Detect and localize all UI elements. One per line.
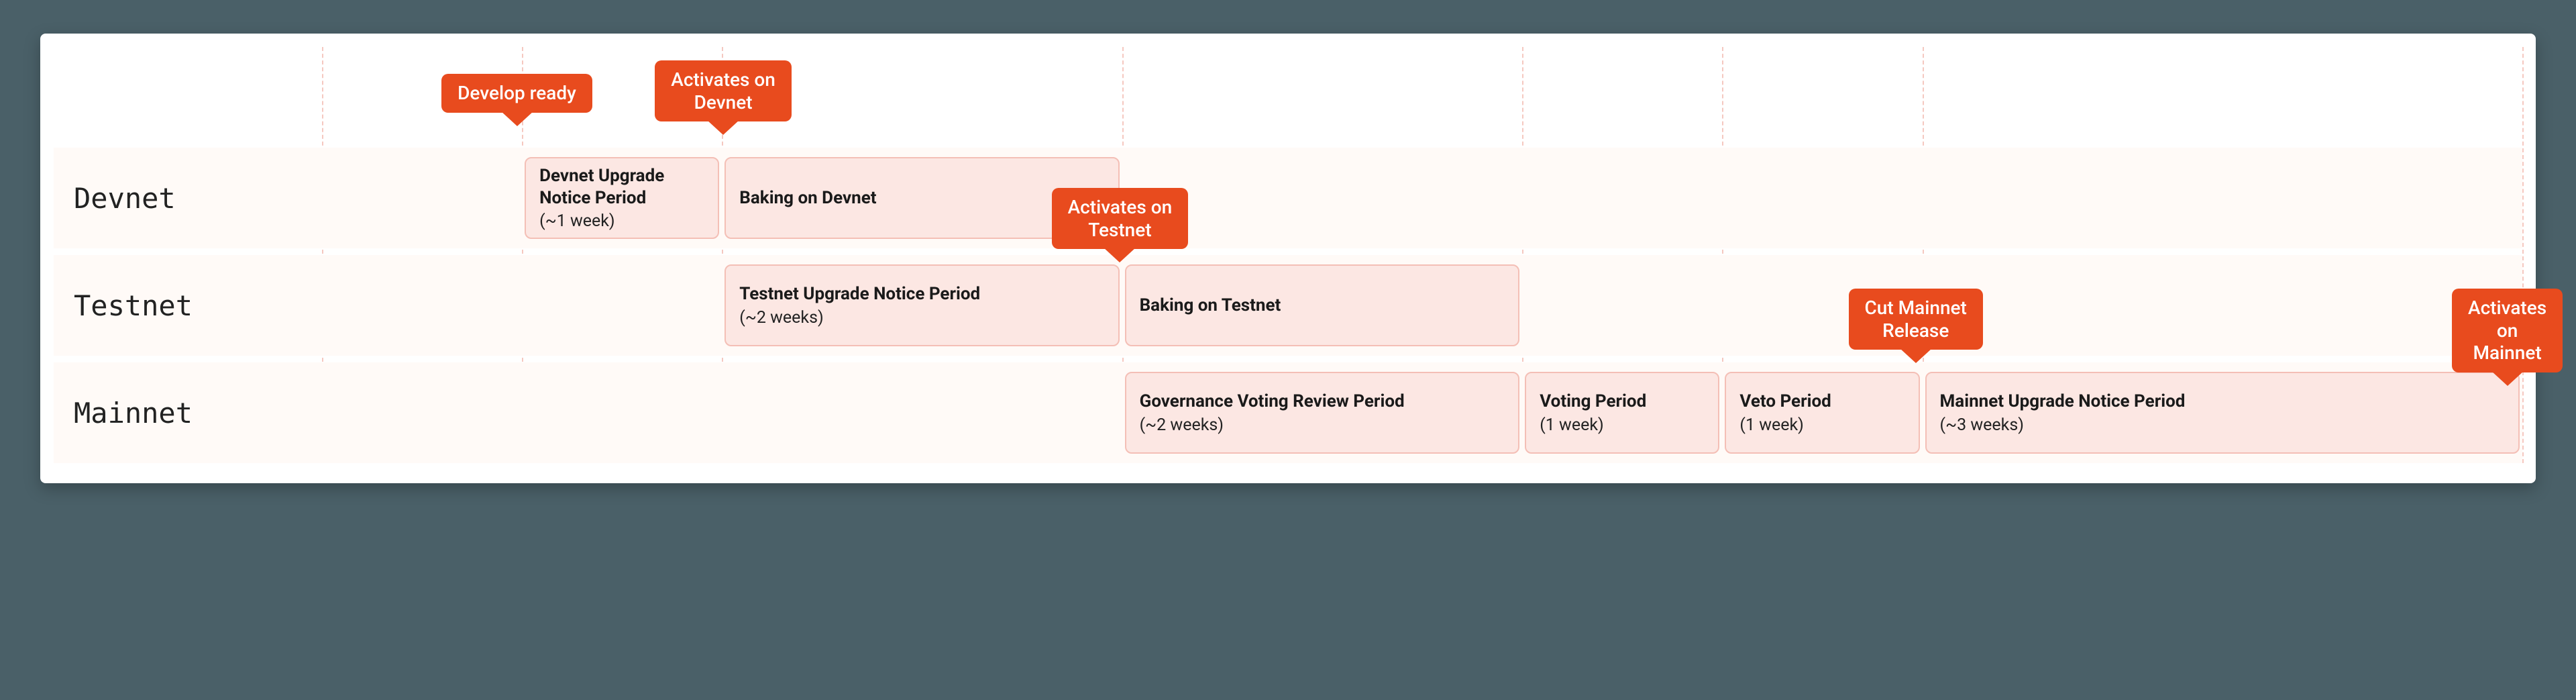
row-label-testnet: Testnet: [54, 255, 322, 356]
row-label-mainnet: Mainnet: [54, 362, 322, 463]
phase-sub: (1 week): [1540, 415, 1705, 435]
phase-title: Mainnet Upgrade Notice Period: [1940, 391, 2505, 413]
markers-top-row: Develop ready Activates on Devnet: [54, 47, 2522, 148]
phase-testnet-baking: Baking on Testnet: [1125, 264, 1519, 346]
phase-sub: (~3 weeks): [1940, 415, 2505, 435]
phase-title: Baking on Testnet: [1140, 295, 1505, 317]
phase-voting-period: Voting Period (1 week): [1525, 372, 1719, 454]
phase-title: Governance Voting Review Period: [1140, 391, 1505, 413]
phase-title: Voting Period: [1540, 391, 1705, 413]
phase-sub: (~2 weeks): [1140, 415, 1505, 435]
phase-veto-period: Veto Period (1 week): [1725, 372, 1919, 454]
row-devnet: Devnet Devnet Upgrade Notice Period (~1 …: [54, 148, 2522, 248]
marker-activates-devnet: Activates on Devnet: [655, 60, 792, 121]
row-mainnet: Mainnet Governance Voting Review Period …: [54, 362, 2522, 463]
timeline-card: Develop ready Activates on Devnet Devnet…: [40, 34, 2536, 483]
phase-gov-voting: Governance Voting Review Period (~2 week…: [1125, 372, 1519, 454]
marker-cut-mainnet-release: Cut Mainnet Release: [1849, 289, 1983, 350]
phase-title: Testnet Upgrade Notice Period: [739, 283, 1104, 305]
phase-sub: (~2 weeks): [739, 308, 1104, 328]
marker-activates-testnet: Activates on Testnet: [1052, 188, 1189, 249]
row-testnet: Testnet Testnet Upgrade Notice Period (~…: [54, 255, 2522, 356]
phase-title: Baking on Devnet: [739, 187, 1104, 209]
phase-testnet-notice: Testnet Upgrade Notice Period (~2 weeks): [724, 264, 1119, 346]
row-label-devnet: Devnet: [54, 148, 322, 248]
phase-devnet-notice: Devnet Upgrade Notice Period (~1 week): [525, 157, 719, 239]
marker-develop-ready: Develop ready: [441, 74, 592, 113]
phase-sub: (~1 week): [539, 211, 704, 231]
marker-activates-mainnet: Activates on Mainnet: [2452, 289, 2563, 372]
phase-title: Veto Period: [1739, 391, 1904, 413]
phase-title: Devnet Upgrade Notice Period: [539, 165, 704, 209]
phase-mainnet-notice: Mainnet Upgrade Notice Period (~3 weeks): [1925, 372, 2520, 454]
phase-sub: (1 week): [1739, 415, 1904, 435]
timeline-grid: Develop ready Activates on Devnet Devnet…: [54, 47, 2522, 463]
